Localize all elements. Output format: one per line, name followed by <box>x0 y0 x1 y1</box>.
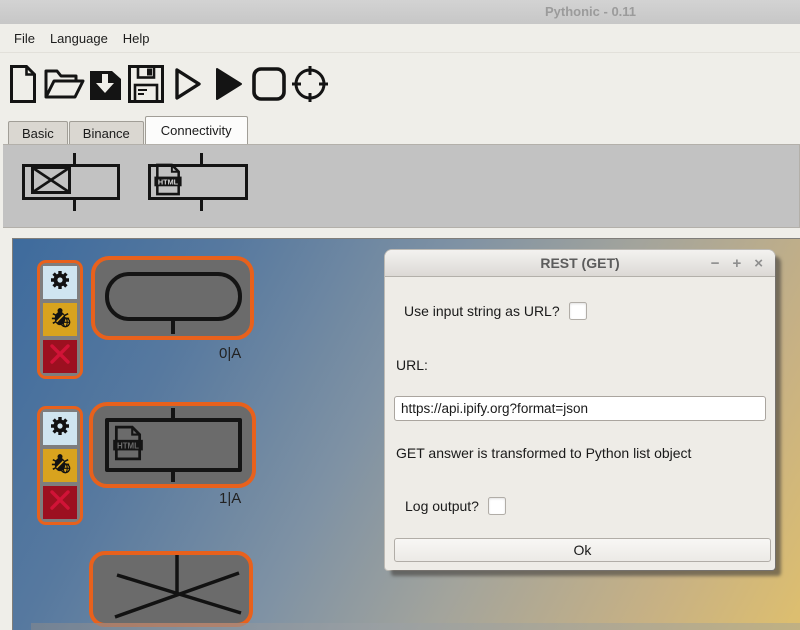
node-0-label: 0|A <box>219 345 242 362</box>
rest-get-dialog: REST (GET) − + × Use input string as URL… <box>385 250 775 570</box>
delete-x-icon <box>48 342 72 371</box>
app-title: Pythonic - 0.11 <box>545 4 637 19</box>
new-file-button[interactable] <box>5 62 41 106</box>
info-row: GET answer is transformed to Python list… <box>396 445 691 461</box>
tab-bar: Basic Binance Connectivity <box>0 115 800 144</box>
rest-element-box: HTML <box>148 163 248 201</box>
node-multi-branch[interactable] <box>89 551 253 627</box>
log-output-row: Log output? <box>405 497 506 515</box>
save-disk-icon <box>127 64 165 104</box>
url-label: URL: <box>396 357 428 373</box>
node-0-settings-button[interactable] <box>43 266 77 299</box>
stop-icon <box>251 66 287 102</box>
palette-item-rest-get[interactable]: HTML <box>148 153 252 215</box>
url-label-row: URL: <box>396 357 428 373</box>
use-input-checkbox[interactable] <box>568 302 587 320</box>
url-input[interactable] <box>394 396 766 421</box>
node-0-delete-button[interactable] <box>43 340 77 373</box>
save-button[interactable] <box>128 62 164 106</box>
dialog-window-controls: − + × <box>711 250 763 276</box>
minimize-button[interactable]: − <box>711 256 720 271</box>
connector-tick <box>200 200 203 211</box>
node-start[interactable] <box>91 256 254 340</box>
start-shape <box>105 272 242 321</box>
menu-file[interactable]: File <box>14 31 35 46</box>
run-once-button[interactable] <box>169 62 205 106</box>
envelope-icon <box>31 165 71 199</box>
connector-line <box>170 469 175 482</box>
menu-bar: File Language Help <box>0 24 800 53</box>
open-folder-icon <box>43 66 85 102</box>
log-output-label: Log output? <box>405 498 479 514</box>
connector-tick <box>200 153 203 164</box>
svg-text:HTML: HTML <box>158 177 179 186</box>
gear-icon <box>48 268 72 297</box>
save-as-button[interactable] <box>87 62 123 106</box>
node-0-toolbar <box>37 260 83 379</box>
open-file-button[interactable] <box>43 62 85 106</box>
email-element-box <box>22 164 120 200</box>
branch-lines <box>114 555 242 619</box>
svg-text:HTML: HTML <box>117 441 139 450</box>
bug-icon <box>49 452 72 480</box>
dialog-body: Use input string as URL? URL: GET answer… <box>385 277 775 570</box>
tab-binance[interactable]: Binance <box>68 121 144 144</box>
rest-shape: HTML <box>105 418 242 472</box>
toolbar <box>0 53 800 115</box>
delete-x-icon <box>48 488 72 517</box>
tab-connectivity[interactable]: Connectivity <box>144 116 248 144</box>
run-all-button[interactable] <box>210 62 246 106</box>
node-0-debug-button[interactable] <box>43 303 77 336</box>
connector-line <box>170 321 175 334</box>
html-file-icon: HTML <box>112 425 144 466</box>
ok-button[interactable]: Ok <box>394 538 771 562</box>
menu-help[interactable]: Help <box>123 31 150 46</box>
info-text: GET answer is transformed to Python list… <box>396 445 692 461</box>
schedule-button[interactable] <box>292 62 328 106</box>
app-titlebar[interactable]: Pythonic - 0.11 <box>0 0 800 24</box>
ok-button-label: Ok <box>573 542 592 558</box>
gear-icon <box>48 414 72 443</box>
dialog-titlebar[interactable]: REST (GET) − + × <box>385 250 775 277</box>
menu-language[interactable]: Language <box>50 31 108 46</box>
use-input-label: Use input string as URL? <box>404 303 560 319</box>
bug-icon <box>49 306 72 334</box>
node-1-debug-button[interactable] <box>43 449 77 482</box>
tab-binance-label: Binance <box>82 125 130 141</box>
tab-basic-label: Basic <box>22 125 54 141</box>
log-output-checkbox[interactable] <box>487 497 506 515</box>
stop-button[interactable] <box>251 62 287 106</box>
use-input-row: Use input string as URL? <box>404 302 587 320</box>
node-1-delete-button[interactable] <box>43 486 77 519</box>
play-filled-icon <box>211 66 245 102</box>
html-file-icon: HTML <box>153 163 183 201</box>
connector-tick <box>73 153 76 164</box>
element-palette: HTML <box>3 144 800 228</box>
new-file-icon <box>9 64 37 104</box>
maximize-button[interactable]: + <box>732 256 741 271</box>
dialog-title: REST (GET) <box>540 255 620 271</box>
play-outline-icon <box>170 66 204 102</box>
crosshair-icon <box>291 65 329 103</box>
node-1-settings-button[interactable] <box>43 412 77 445</box>
close-button[interactable]: × <box>754 256 763 271</box>
tab-basic[interactable]: Basic <box>8 121 68 144</box>
node-1-label: 1|A <box>219 490 242 507</box>
tab-connectivity-label: Connectivity <box>160 123 232 138</box>
save-as-icon <box>87 65 123 103</box>
node-1-toolbar <box>37 406 83 525</box>
node-rest-get[interactable]: HTML <box>89 402 256 488</box>
connector-tick <box>73 200 76 211</box>
palette-item-email[interactable] <box>22 153 126 215</box>
